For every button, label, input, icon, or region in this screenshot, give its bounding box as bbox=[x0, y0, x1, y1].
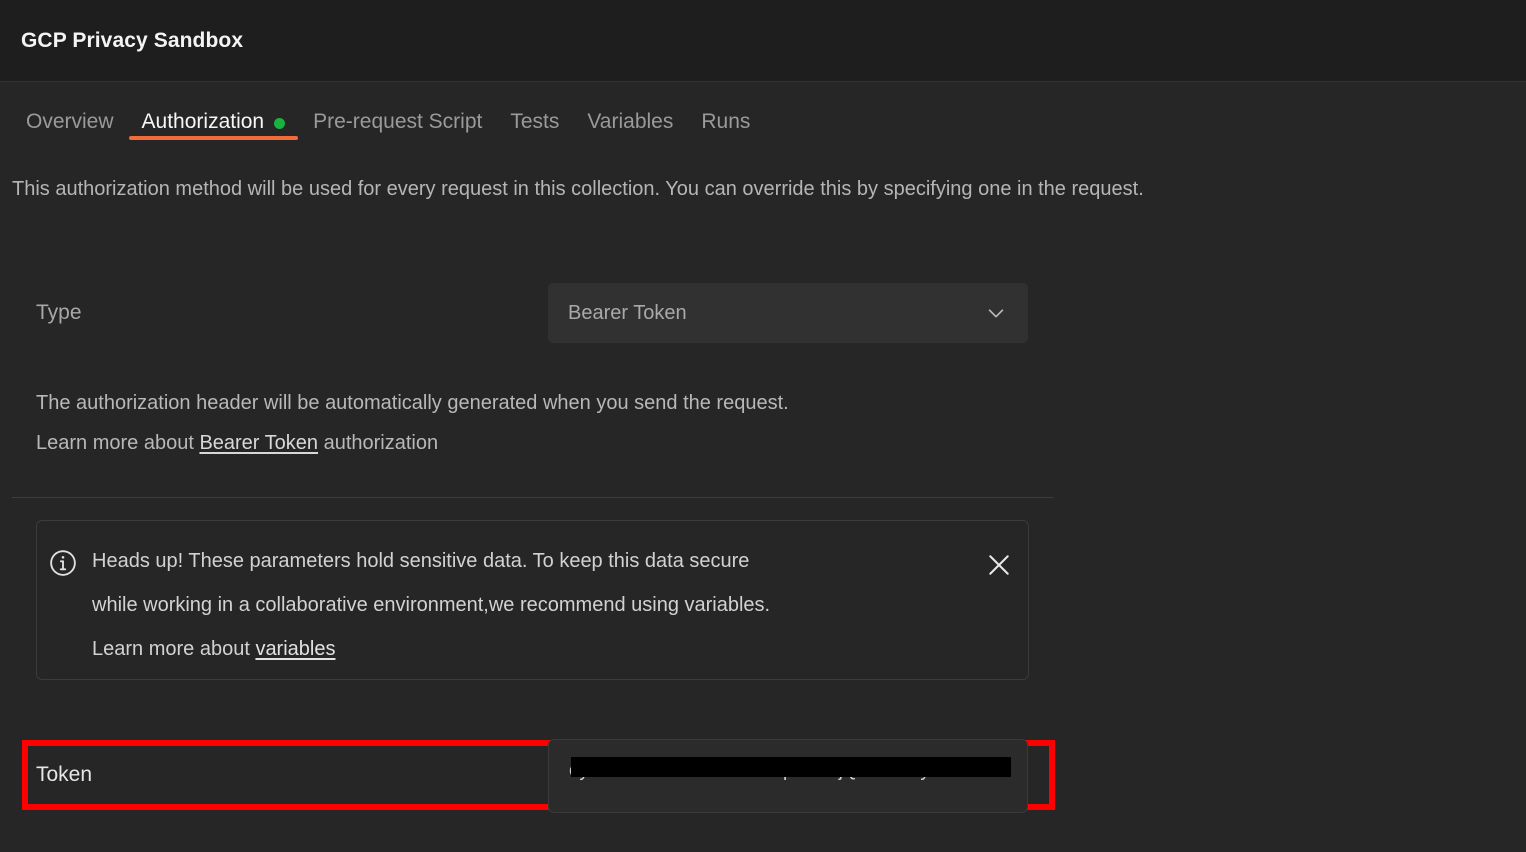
collection-description: This authorization method will be used f… bbox=[12, 178, 1512, 201]
variables-link[interactable]: variables bbox=[255, 638, 335, 660]
tab-label: Pre-request Script bbox=[313, 110, 482, 134]
banner-line-2: while working in a collaborative environ… bbox=[92, 583, 982, 627]
tab-label: Tests bbox=[510, 110, 559, 134]
page-title: GCP Privacy Sandbox bbox=[21, 29, 243, 53]
tab-underline bbox=[497, 136, 572, 140]
close-icon[interactable] bbox=[984, 550, 1014, 580]
auth-type-selected-value: Bearer Token bbox=[568, 302, 687, 325]
sensitive-data-banner: Heads up! These parameters hold sensitiv… bbox=[36, 520, 1029, 680]
tab-underline bbox=[129, 136, 299, 140]
auth-helper-line-1: The authorization header will be automat… bbox=[36, 383, 789, 423]
auth-helper-suffix: authorization bbox=[318, 432, 438, 454]
app-header: GCP Privacy Sandbox bbox=[0, 0, 1526, 82]
tab-underline bbox=[13, 136, 127, 140]
auth-type-label: Type bbox=[36, 301, 548, 325]
info-circle-icon bbox=[48, 548, 78, 578]
app-root: GCP Privacy Sandbox Overview Authorizati… bbox=[0, 0, 1526, 852]
auth-type-row: Type Bearer Token bbox=[36, 283, 1028, 343]
tab-runs[interactable]: Runs bbox=[687, 82, 764, 146]
tab-variables[interactable]: Variables bbox=[573, 82, 687, 146]
auth-helper-line-2: Learn more about Bearer Token authorizat… bbox=[36, 423, 789, 463]
token-label: Token bbox=[36, 763, 548, 787]
tab-tests[interactable]: Tests bbox=[496, 82, 573, 146]
token-input[interactable]: eyJhbGciOiJSUzI1NiIsImtpZCI6IjQ1NiJ9.eyJ… bbox=[548, 739, 1028, 813]
tab-underline bbox=[300, 136, 495, 140]
auth-helper-prefix: Learn more about bbox=[36, 432, 199, 454]
tab-label: Runs bbox=[701, 110, 750, 134]
tab-overview[interactable]: Overview bbox=[12, 82, 128, 146]
tab-pre-request-script[interactable]: Pre-request Script bbox=[299, 82, 496, 146]
banner-line-3-prefix: Learn more about bbox=[92, 638, 255, 660]
tab-bar: Overview Authorization Pre-request Scrip… bbox=[0, 82, 1526, 146]
tab-label: Authorization bbox=[142, 110, 265, 134]
tab-status-dot-icon bbox=[274, 118, 285, 129]
bearer-token-link[interactable]: Bearer Token bbox=[199, 432, 318, 454]
auth-type-dropdown[interactable]: Bearer Token bbox=[548, 283, 1028, 343]
banner-text: Heads up! These parameters hold sensitiv… bbox=[92, 539, 982, 671]
section-divider bbox=[12, 497, 1054, 498]
auth-helper-text: The authorization header will be automat… bbox=[36, 383, 789, 463]
banner-line-1: Heads up! These parameters hold sensitiv… bbox=[92, 539, 982, 583]
chevron-down-icon bbox=[985, 302, 1007, 324]
tab-label: Overview bbox=[26, 110, 114, 134]
token-redaction-overlay bbox=[571, 757, 1011, 777]
tab-underline bbox=[688, 136, 763, 140]
tab-label: Variables bbox=[587, 110, 673, 134]
tab-underline bbox=[574, 136, 686, 140]
tab-authorization[interactable]: Authorization bbox=[128, 82, 300, 146]
token-row: Token eyJhbGciOiJSUzI1NiIsImtpZCI6IjQ1Ni… bbox=[36, 746, 1028, 804]
banner-line-3: Learn more about variables bbox=[92, 627, 982, 671]
